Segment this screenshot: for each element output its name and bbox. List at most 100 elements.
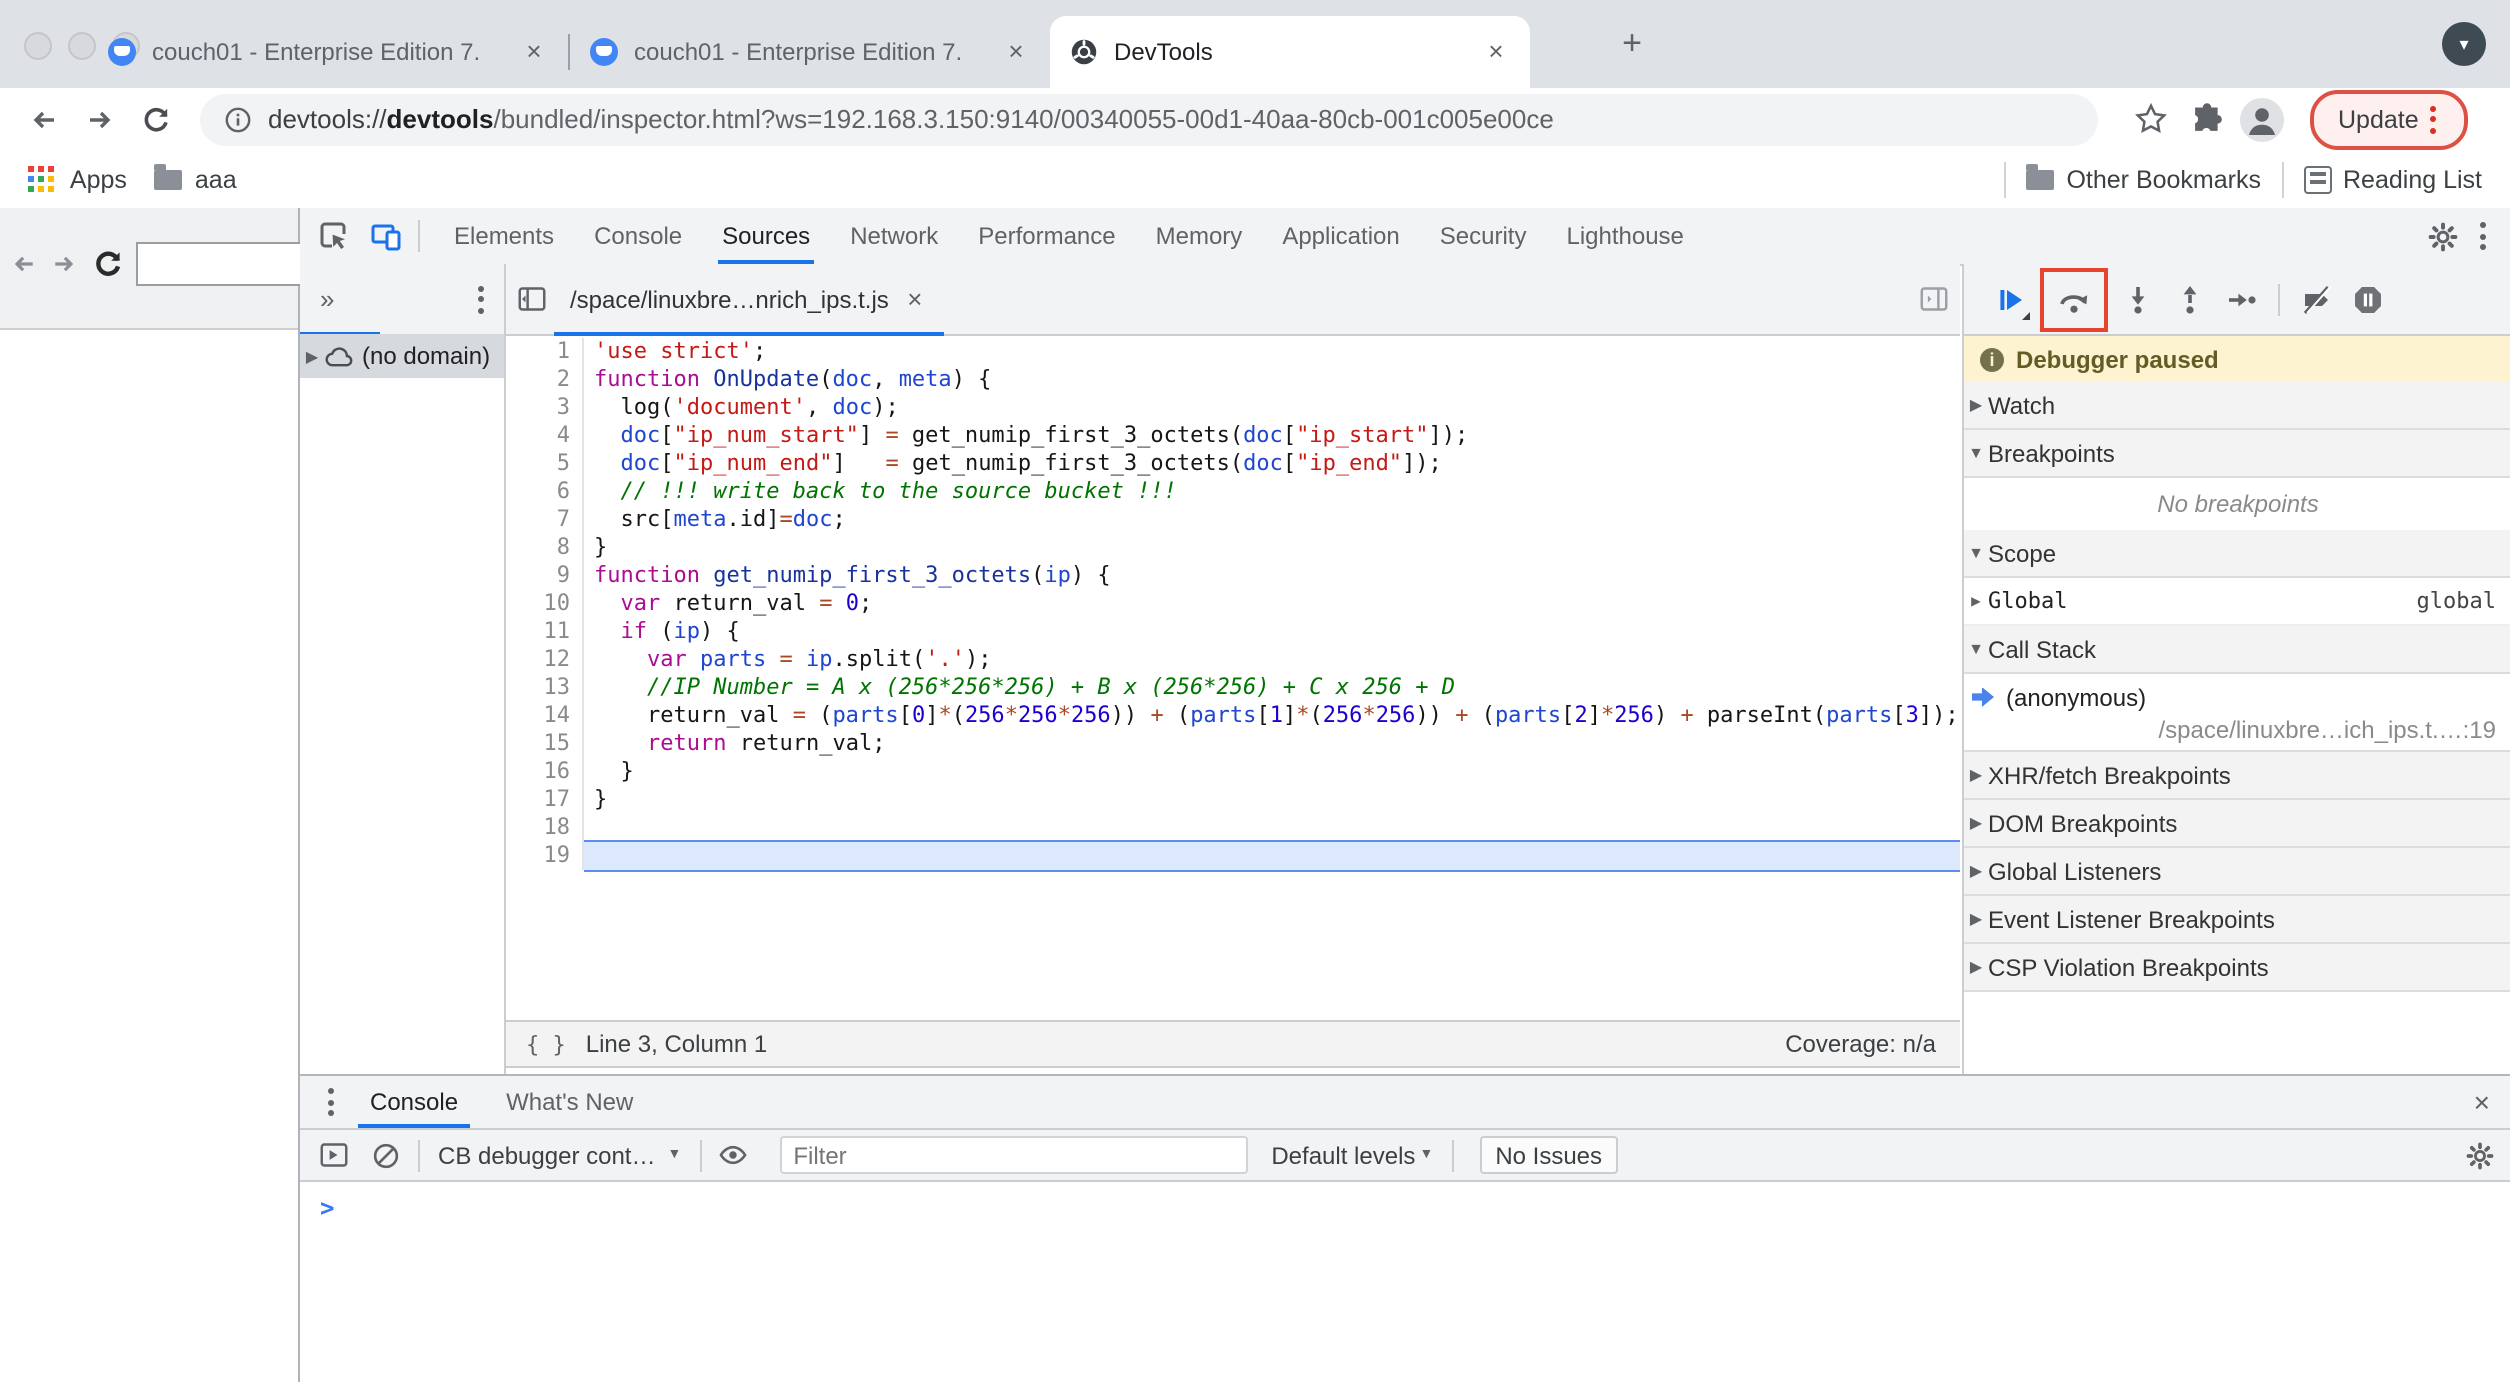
pretty-print-button[interactable]: { } [526,1031,566,1057]
bookmark-folder-aaa[interactable]: aaa [195,165,237,193]
panel-tab-performance[interactable]: Performance [958,208,1135,264]
line-number[interactable]: 10 [506,590,584,618]
chevron-right-icon[interactable]: ▶ [1964,592,1988,610]
tab-whats-new[interactable]: What's New [482,1076,657,1128]
mini-address-input[interactable] [136,242,304,286]
forward-button[interactable] [72,91,128,147]
resume-button[interactable] [1984,273,2036,325]
step-button[interactable] [2216,273,2268,325]
reading-list[interactable]: Reading List [2343,165,2482,193]
code-line-10[interactable]: 10 var return_val = 0; [506,590,1960,618]
scope-global-row[interactable]: ▶ Global global [1964,578,2510,626]
section-scope[interactable]: ▼ Scope [1964,530,2510,578]
panel-tab-console[interactable]: Console [574,208,702,264]
console-filter-input[interactable] [779,1136,1248,1174]
other-bookmarks[interactable]: Other Bookmarks [2066,165,2261,193]
line-number[interactable]: 15 [506,730,584,758]
bookmark-apps[interactable]: Apps [70,165,127,193]
code-line-15[interactable]: 15 return return_val; [506,730,1960,758]
code-line-18[interactable]: 18 [506,814,1960,842]
tab-console[interactable]: Console [346,1076,482,1128]
profile-avatar[interactable] [2234,91,2290,147]
panel-tab-network[interactable]: Network [830,208,958,264]
section-csp-violation-breakpoints[interactable]: ▶ CSP Violation Breakpoints [1964,944,2510,992]
device-toolbar-button[interactable] [360,212,412,260]
console-levels-dropdown[interactable]: Default levels [1271,1141,1415,1169]
section-watch[interactable]: ▶ Watch [1964,382,2510,430]
step-out-button[interactable] [2164,273,2216,325]
code-line-3[interactable]: 3 log('document', doc); [506,394,1960,422]
line-number[interactable]: 7 [506,506,584,534]
code-line-12[interactable]: 12 var parts = ip.split('.'); [506,646,1960,674]
code-line-14[interactable]: 14 return_val = (parts[0]*(256*256*256))… [506,702,1960,730]
navigator-menu-button[interactable] [466,285,496,313]
browser-tab-2[interactable]: couch01 - Enterprise Edition 7. × [570,16,1050,88]
close-drawer-button[interactable]: × [2474,1086,2490,1118]
close-tab-button[interactable]: × [1002,38,1030,66]
line-number[interactable]: 14 [506,702,584,730]
code-line-6[interactable]: 6 // !!! write back to the source bucket… [506,478,1960,506]
line-number[interactable]: 19 [506,842,584,870]
line-number[interactable]: 1 [506,338,584,366]
browser-tab-1[interactable]: couch01 - Enterprise Edition 7. × [88,16,568,88]
line-number[interactable]: 11 [506,618,584,646]
mini-back-button[interactable] [4,236,44,292]
show-debugger-sidebar-icon[interactable] [1920,286,1948,312]
console-settings-button[interactable] [2466,1141,2494,1169]
clear-console-button[interactable] [360,1131,412,1179]
code-line-4[interactable]: 4 doc["ip_num_start"] = get_numip_first_… [506,422,1960,450]
code-line-2[interactable]: 2 function OnUpdate(doc, meta) { [506,366,1960,394]
section-global-listeners[interactable]: ▶ Global Listeners [1964,848,2510,896]
no-issues-button[interactable]: No Issues [1479,1136,1619,1174]
panel-tab-application[interactable]: Application [1262,208,1419,264]
code-line-9[interactable]: 9 function get_numip_first_3_octets(ip) { [506,562,1960,590]
console-messages-area[interactable]: > [300,1182,2510,1384]
code-line-16[interactable]: 16 } [506,758,1960,786]
mini-forward-button[interactable] [44,236,84,292]
update-button[interactable]: Update [2310,89,2469,149]
panel-tab-sources[interactable]: Sources [702,208,830,264]
address-bar[interactable]: devtools://devtools/bundled/inspector.ht… [200,93,2098,145]
console-context-selector[interactable]: CB debugger cont… [438,1141,655,1169]
line-number[interactable]: 17 [506,786,584,814]
panel-tab-elements[interactable]: Elements [434,208,574,264]
line-number[interactable]: 13 [506,674,584,702]
section-event-listener-breakpoints[interactable]: ▶ Event Listener Breakpoints [1964,896,2510,944]
code-line-1[interactable]: 1 'use strict'; [506,338,1960,366]
drawer-menu-button[interactable] [316,1088,346,1116]
call-stack-frame[interactable]: (anonymous) /space/linuxbre…ich_ips.t.…:1… [1964,674,2510,752]
section-xhr-fetch-breakpoints[interactable]: ▶ XHR/fetch Breakpoints [1964,752,2510,800]
deactivate-breakpoints-button[interactable] [2290,273,2342,325]
browser-tab-3[interactable]: DevTools × [1050,16,1530,88]
browser-menu-icon[interactable] [2419,105,2449,133]
line-number[interactable]: 8 [506,534,584,562]
code-line-17[interactable]: 17} [506,786,1960,814]
code-line-19[interactable]: 19 [506,840,1960,872]
panel-tab-memory[interactable]: Memory [1136,208,1263,264]
section-dom-breakpoints[interactable]: ▶ DOM Breakpoints [1964,800,2510,848]
reload-button[interactable] [128,91,184,147]
line-number[interactable]: 16 [506,758,584,786]
code-editor-content[interactable]: 1 'use strict'; 2 function OnUpdate(doc, me… [506,334,1960,1024]
line-number[interactable]: 12 [506,646,584,674]
line-number[interactable]: 6 [506,478,584,506]
line-number[interactable]: 5 [506,450,584,478]
editor-file-tab[interactable]: /space/linuxbre…nrich_ips.t.js × [554,264,946,336]
tab-search-button[interactable]: ▾ [2442,22,2486,66]
close-tab-button[interactable]: × [520,38,548,66]
pause-on-exceptions-button[interactable] [2342,273,2394,325]
step-into-button[interactable] [2112,273,2164,325]
hide-navigator-icon[interactable] [518,286,546,312]
line-number[interactable]: 3 [506,394,584,422]
close-tab-button[interactable]: × [1482,38,1510,66]
code-line-8[interactable]: 8} [506,534,1960,562]
devtools-menu-button[interactable] [2468,222,2498,250]
console-sidebar-button[interactable] [308,1131,360,1179]
line-number[interactable]: 4 [506,422,584,450]
chevron-right-icon[interactable]: ▶ [300,347,324,365]
devtools-settings-button[interactable] [2416,212,2468,260]
inspect-element-button[interactable] [308,212,360,260]
close-window-button[interactable] [24,32,52,60]
line-number[interactable]: 9 [506,562,584,590]
code-line-7[interactable]: 7 src[meta.id]=doc; [506,506,1960,534]
